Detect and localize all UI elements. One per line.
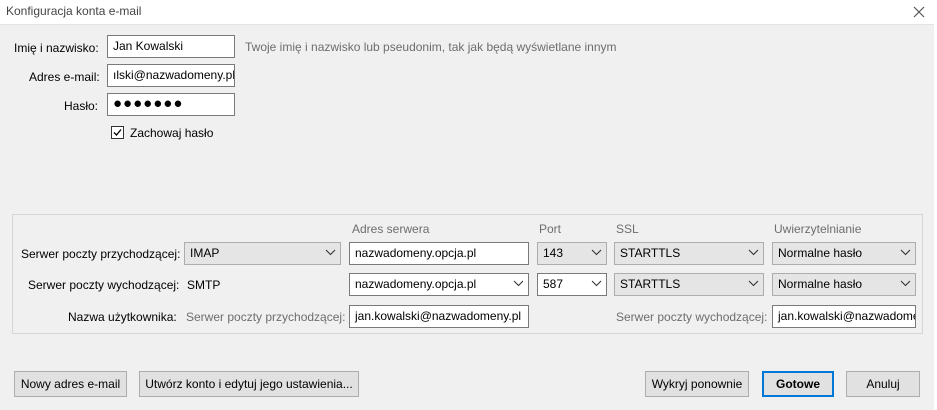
chevron-down-icon xyxy=(748,249,759,256)
password-label: Hasło: xyxy=(64,99,99,113)
outgoing-address-value: nazwadomeny.opcja.pl xyxy=(355,277,477,291)
checkmark-icon xyxy=(113,129,122,136)
outgoing-ssl-select[interactable]: STARTTLS xyxy=(614,273,764,296)
outgoing-protocol: SMTP xyxy=(187,278,221,292)
new-email-button[interactable]: Nowy adres e-mail xyxy=(14,371,127,397)
name-field[interactable]: Jan Kowalski xyxy=(107,35,235,58)
column-header-address: Adres serwera xyxy=(352,222,430,236)
chevron-down-icon xyxy=(325,249,336,256)
username-label: Nazwa użytkownika: xyxy=(68,310,177,324)
username-outgoing-label: Serwer poczty wychodzącej: xyxy=(616,310,768,324)
create-and-edit-button[interactable]: Utwórz konto i edytuj jego ustawienia... xyxy=(139,371,359,397)
outgoing-port-combo[interactable]: 587 xyxy=(537,273,607,296)
window-title: Konfiguracja konta e-mail xyxy=(6,4,142,18)
incoming-ssl-value: STARTTLS xyxy=(620,246,681,260)
outgoing-auth-select[interactable]: Normalne hasło xyxy=(772,273,916,296)
cancel-button[interactable]: Anuluj xyxy=(846,371,920,397)
incoming-port-value: 143 xyxy=(543,246,564,260)
chevron-down-icon xyxy=(591,249,602,256)
username-incoming-field[interactable]: jan.kowalski@nazwadomeny.pl xyxy=(349,305,529,328)
column-header-ssl: SSL xyxy=(616,222,639,236)
name-hint: Twoje imię i nazwisko lub pseudonim, tak… xyxy=(245,40,617,54)
remember-password-checkbox[interactable] xyxy=(111,126,124,139)
incoming-address-field[interactable]: nazwadomeny.opcja.pl xyxy=(349,242,529,265)
username-incoming-label: Serwer poczty przychodzącej: xyxy=(186,310,346,324)
redetect-button[interactable]: Wykryj ponownie xyxy=(645,371,749,397)
incoming-protocol-value: IMAP xyxy=(190,246,220,260)
outgoing-ssl-value: STARTTLS xyxy=(620,277,681,291)
username-outgoing-field[interactable]: jan.kowalski@nazwadomeny.pl xyxy=(772,305,916,328)
column-header-auth: Uwierzytelnianie xyxy=(774,222,862,236)
chevron-down-icon xyxy=(900,280,911,287)
close-icon xyxy=(913,6,925,18)
incoming-auth-value: Normalne hasło xyxy=(778,246,863,260)
title-bar: Konfiguracja konta e-mail xyxy=(0,0,937,25)
email-field[interactable]: ılski@nazwadomeny.pl xyxy=(107,64,235,87)
close-button[interactable] xyxy=(909,2,929,22)
outgoing-auth-value: Normalne hasło xyxy=(778,277,863,291)
remember-password-label[interactable]: Zachowaj hasło xyxy=(130,126,213,140)
column-header-port: Port xyxy=(539,222,562,236)
chevron-down-icon xyxy=(513,280,524,287)
incoming-auth-select[interactable]: Normalne hasło xyxy=(772,242,916,265)
name-label: Imię i nazwisko: xyxy=(14,41,99,55)
outgoing-server-label: Serwer poczty wychodzącej: xyxy=(28,278,180,292)
incoming-port-select[interactable]: 143 xyxy=(537,242,607,265)
chevron-down-icon xyxy=(748,280,759,287)
incoming-protocol-select[interactable]: IMAP xyxy=(184,242,341,265)
done-button[interactable]: Gotowe xyxy=(762,371,834,397)
incoming-ssl-select[interactable]: STARTTLS xyxy=(614,242,764,265)
chevron-down-icon xyxy=(591,280,602,287)
email-label: Adres e-mail: xyxy=(29,70,100,84)
password-field[interactable]: ●●●●●●● xyxy=(107,93,235,116)
outgoing-address-combo[interactable]: nazwadomeny.opcja.pl xyxy=(349,273,529,296)
outgoing-port-value: 587 xyxy=(543,277,564,291)
incoming-server-label: Serwer poczty przychodzącej: xyxy=(21,247,181,261)
chevron-down-icon xyxy=(900,249,911,256)
